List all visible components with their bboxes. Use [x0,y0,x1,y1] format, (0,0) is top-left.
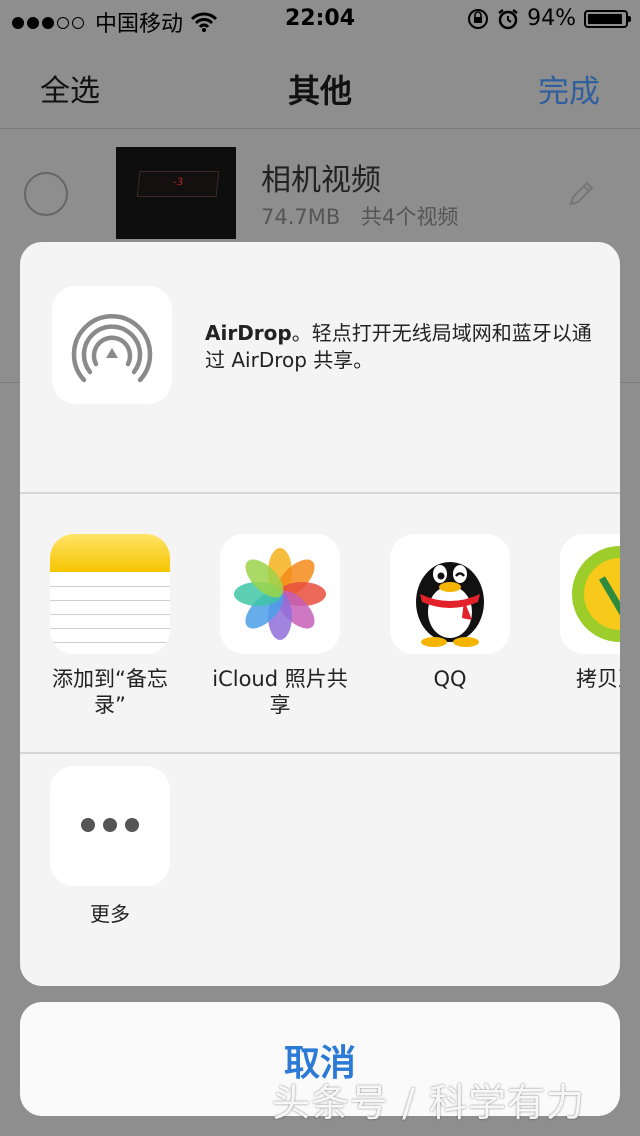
nav-bar: 全选 其他 完成 [0,40,640,129]
app-label: 添加到“备忘录” [52,667,168,717]
app-notes[interactable]: 添加到“备忘录” [50,534,170,718]
list-item[interactable]: -3 相机视频 74.7MB 共4个视频 [0,129,640,251]
airdrop-title: AirDrop [205,321,292,345]
watermark: 头条号 / 科学有力 [272,1081,585,1125]
app-icon [560,534,620,654]
app-qq[interactable]: QQ [390,534,510,692]
app-row: 添加到“备忘录” iCloud 照片共享 QQ 拷贝 [20,494,620,754]
battery-icon [584,9,631,28]
rotation-lock-icon [468,8,489,29]
status-right: 94% [467,6,631,31]
photos-icon [220,534,340,654]
app-icloud-photo-sharing[interactable]: iCloud 照片共享 [212,534,348,718]
video-thumbnail: -3 [116,147,236,239]
airdrop-section: AirDrop。轻点打开无线局域网和蓝牙以通过 AirDrop 共享。 [20,242,620,494]
more-label: 更多 [90,902,130,926]
thumbnail-display: -3 [136,171,220,197]
app-copy-to[interactable]: 拷贝至 [560,534,620,692]
app-label: 拷贝至 [576,667,620,691]
qq-icon [390,534,510,654]
edit-pencil-icon[interactable] [566,179,596,209]
album-meta: 74.7MB 共4个视频 [261,201,458,231]
airdrop-description: AirDrop。轻点打开无线局域网和蓝牙以通过 AirDrop 共享。 [205,320,595,374]
more-icon [50,766,170,886]
share-sheet: AirDrop。轻点打开无线局域网和蓝牙以通过 AirDrop 共享。 添加到“… [20,242,620,986]
status-bar: 中国移动 22:04 94% [0,0,640,40]
album-count: 共4个视频 [360,205,459,229]
album-size: 74.7MB [261,205,341,229]
app-label: QQ [433,667,467,691]
battery-percent: 94% [527,6,576,31]
notes-icon [50,534,170,654]
album-name: 相机视频 [261,163,381,198]
more-button[interactable]: 更多 [50,766,170,927]
airdrop-rings-icon [71,314,153,383]
airdrop-icon[interactable] [52,286,172,404]
alarm-icon [498,8,518,29]
done-button[interactable]: 完成 [538,66,600,111]
select-radio[interactable] [24,172,68,216]
app-label: iCloud 照片共享 [212,667,348,717]
